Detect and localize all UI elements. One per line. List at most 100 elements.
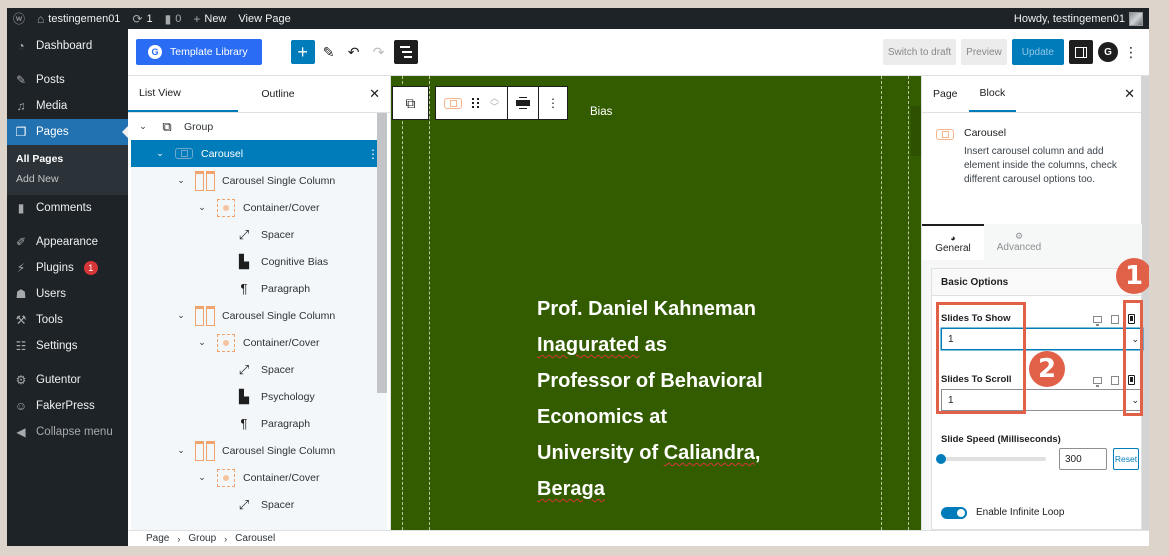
tools-edit-button[interactable]: ✎ [318, 40, 340, 64]
plus-icon: + [297, 41, 308, 62]
list-view-scrollbar[interactable] [377, 113, 387, 393]
more-options-button[interactable]: ⋮ [539, 87, 567, 119]
slide-speed-slider[interactable] [936, 454, 1046, 464]
site-name-link[interactable]: ⌂ testingemen01 [31, 8, 126, 29]
list-item[interactable]: ⌄ Container/Cover [131, 464, 387, 491]
update-button[interactable]: Update [1011, 39, 1064, 65]
close-list-view-button[interactable]: ✕ [369, 86, 380, 102]
sidebar-item-settings[interactable]: ☷ Settings [7, 333, 128, 359]
basic-options-header[interactable]: Basic Options [932, 269, 1141, 296]
settings-toggle[interactable] [1069, 40, 1093, 64]
list-view-tree: ⌄ ⧉ Group ⌄ Carousel ⋮ ⌄ Carousel Single Colu… [131, 113, 387, 530]
sidebar-item-pages[interactable]: ❐ Pages [7, 119, 128, 145]
list-item[interactable]: ⌄ Container/Cover [131, 329, 387, 356]
annotation-marker-2: 2 [1029, 351, 1065, 387]
desktop-icon[interactable] [1093, 315, 1102, 326]
sidebar-icon [1075, 46, 1087, 58]
list-item[interactable]: ▙ Cognitive Bias [131, 248, 387, 275]
updates-link[interactable]: ⟳ 1 [126, 8, 158, 29]
tab-outline[interactable]: Outline [238, 76, 318, 112]
reset-button[interactable]: Reset [1113, 448, 1139, 470]
move-down-icon[interactable]: ﹀ [490, 103, 499, 112]
sidebar-item-dashboard[interactable]: ◔ Dashboard [7, 33, 128, 59]
chevron-down-icon[interactable]: ⌄ [155, 148, 165, 159]
admin-bar: ⓦ ⌂ testingemen01 ⟳ 1 ▮ 0 + New View Page Ho… [7, 8, 1149, 29]
sidebar-item-media[interactable]: ♫ Media [7, 93, 128, 119]
chevron-down-icon[interactable]: ⌄ [176, 175, 186, 186]
sidebar-item-appearance[interactable]: ✐ Appearance [7, 229, 128, 255]
chevron-down-icon[interactable]: ⌄ [197, 337, 207, 348]
editor-canvas[interactable]: ⧉ ︿ ﹀ ⋮ Bias Prof. Daniel Kahneman Inagura… [391, 76, 921, 530]
align-button[interactable] [508, 87, 540, 119]
headline-paragraph[interactable]: Prof. Daniel Kahneman Inagurated as Profes… [537, 291, 817, 507]
block-inserter-button[interactable]: + [290, 40, 315, 64]
drag-handle-icon[interactable] [472, 98, 480, 108]
sidebar-item-posts[interactable]: ✎ Posts [7, 67, 128, 93]
block-description: Insert carousel column and add element i… [964, 146, 1117, 185]
wordpress-logo[interactable]: ⓦ [7, 8, 31, 29]
submenu-add-new[interactable]: Add New [7, 169, 128, 189]
list-item[interactable]: ⌄ Carousel Single Column [131, 302, 387, 329]
infinite-loop-toggle[interactable] [941, 507, 967, 519]
pencil-icon: ✎ [322, 43, 335, 60]
sidebar-item-tools[interactable]: ⚒ Tools [7, 307, 128, 333]
list-item[interactable]: ⌄ Carousel Single Column [131, 437, 387, 464]
switch-to-draft-button[interactable]: Switch to draft [882, 39, 957, 65]
tablet-icon[interactable] [1111, 375, 1119, 385]
view-page-link[interactable]: View Page [232, 8, 296, 29]
preview-button[interactable]: Preview [961, 39, 1007, 65]
tab-general[interactable]: ◕ General [922, 224, 984, 260]
tab-page[interactable]: Page [922, 76, 969, 112]
undo-button[interactable]: ↶ [343, 40, 365, 64]
my-account-link[interactable]: Howdy, testingemen01 [1008, 8, 1149, 29]
tab-list-view[interactable]: List View [128, 76, 238, 112]
sidebar-item-gutentor[interactable]: ⚙ Gutentor [7, 367, 128, 393]
tablet-icon[interactable] [1111, 314, 1119, 324]
tab-block[interactable]: Block [968, 76, 1017, 112]
list-view-toggle[interactable] [393, 40, 418, 64]
redo-button[interactable]: ↷ [368, 40, 390, 64]
chevron-down-icon[interactable]: ⌄ [138, 121, 148, 132]
misspelled-word: Inagurated [537, 334, 640, 356]
list-item[interactable]: ▙ Psychology [131, 383, 387, 410]
select-parent-button[interactable]: ⧉ [392, 86, 429, 120]
submenu-all-pages[interactable]: All Pages [7, 149, 128, 169]
list-item[interactable]: ⤢ Spacer [131, 221, 387, 248]
chevron-down-icon[interactable]: ⌄ [176, 310, 186, 321]
heading-partial[interactable]: Bias [590, 106, 612, 118]
slider-thumb[interactable] [936, 454, 946, 464]
template-library-button[interactable]: G Template Library [136, 39, 262, 65]
list-item[interactable]: ⌄ Container/Cover [131, 194, 387, 221]
desktop-icon[interactable] [1093, 376, 1102, 387]
sidebar-item-comments[interactable]: ▮ Comments [7, 195, 128, 221]
slide-speed-input[interactable]: 300 [1059, 448, 1107, 470]
chevron-down-icon[interactable]: ⌄ [197, 202, 207, 213]
new-content-link[interactable]: + New [187, 8, 232, 29]
sidebar-item-users[interactable]: ☗ Users [7, 281, 128, 307]
breadcrumb-group[interactable]: Group [188, 533, 216, 544]
list-item[interactable]: ¶ Paragraph [131, 410, 387, 437]
close-settings-button[interactable]: ✕ [1124, 86, 1135, 102]
headline-text: Prof. Daniel Kahneman [537, 298, 756, 320]
chevron-down-icon[interactable]: ⌄ [197, 472, 207, 483]
avatar [1129, 11, 1143, 26]
settings-subtabs: ◕ General ⚙ Advanced [922, 224, 1142, 260]
collapse-menu-button[interactable]: ◀ Collapse menu [7, 419, 128, 445]
sidebar-item-plugins[interactable]: ⚡ Plugins 1 [7, 255, 128, 281]
list-item[interactable]: ⌄ Carousel ⋮ [131, 140, 387, 167]
comments-link[interactable]: ▮ 0 [159, 8, 188, 29]
options-menu-button[interactable]: ⋮ [1123, 44, 1139, 61]
headline-line: Beraga [537, 471, 817, 507]
carousel-icon[interactable] [444, 97, 462, 109]
list-item[interactable]: ⤢ Spacer [131, 491, 387, 518]
tab-advanced[interactable]: ⚙ Advanced [984, 224, 1054, 260]
headline-line: Prof. Daniel Kahneman [537, 291, 817, 327]
list-item[interactable]: ⌄ ⧉ Group [131, 113, 387, 140]
sidebar-item-fakerpress[interactable]: ☺ FakerPress [7, 393, 128, 419]
chevron-down-icon[interactable]: ⌄ [176, 445, 186, 456]
list-item[interactable]: ⌄ Carousel Single Column [131, 167, 387, 194]
list-item[interactable]: ¶ Paragraph [131, 275, 387, 302]
breadcrumb-page[interactable]: Page [146, 533, 169, 544]
list-item[interactable]: ⤢ Spacer [131, 356, 387, 383]
gutentor-button[interactable]: G [1098, 42, 1118, 62]
